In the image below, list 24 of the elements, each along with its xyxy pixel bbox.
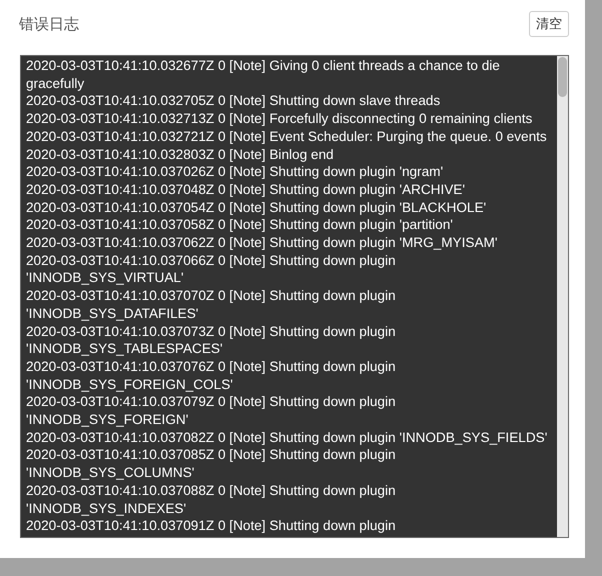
log-line: 2020-03-03T10:41:10.037073Z 0 [Note] Shutting down plugin 'INNODB_SYS_TABLESPACES' [26, 322, 397, 358]
log-line: 2020-03-03T10:41:10.037026Z 0 [Note] Shutting down plugin 'ngram' [26, 163, 444, 181]
log-line: 2020-03-03T10:41:10.037058Z 0 [Note] Shutting down plugin 'partition' [26, 216, 454, 234]
log-line: 2020-03-03T10:41:10.037054Z 0 [Note] Shutting down plugin 'BLACKHOLE' [26, 198, 488, 216]
log-textarea[interactable] [20, 55, 569, 538]
log-line: 2020-03-03T10:41:10.032713Z 0 [Note] Forcefully disconnecting 0 remaining clients [26, 110, 534, 128]
log-line: 2020-03-03T10:41:10.037076Z 0 [Note] Shutting down plugin 'INNODB_SYS_FOREIGN_COLS' [26, 358, 397, 394]
log-line: 2020-03-03T10:41:10.032677Z 0 [Note] Giving 0 client threads a chance to die gracefully [26, 57, 501, 92]
log-line: 2020-03-03T10:41:10.037079Z 0 [Note] Shutting down plugin 'INNODB_SYS_FOREIGN' [26, 393, 397, 429]
clear-button[interactable]: 清空 [529, 11, 569, 37]
log-line: 2020-03-03T10:41:10.037070Z 0 [Note] Shutting down plugin 'INNODB_SYS_DATAFILES' [26, 287, 397, 323]
log-line: 2020-03-03T10:41:10.037066Z 0 [Note] Shutting down plugin 'INNODB_SYS_VIRTUAL' [26, 252, 397, 288]
log-line: 2020-03-03T10:41:10.037091Z 0 [Note] Shutting down plugin [26, 517, 397, 535]
log-line: 2020-03-03T10:41:10.037048Z 0 [Note] Shutting down plugin 'ARCHIVE' [26, 180, 466, 199]
log-line: 2020-03-03T10:41:10.037088Z 0 [Note] Shutting down plugin 'INNODB_SYS_INDEXES' [26, 482, 397, 518]
dialog-title: 错误日志 [19, 14, 79, 34]
log-line: 2020-03-03T10:41:10.032721Z 0 [Note] Event Scheduler: Purging the queue. 0 events [26, 128, 548, 146]
log-line: 2020-03-03T10:41:10.037082Z 0 [Note] Shutting down plugin 'INNODB_SYS_FIELDS' [26, 428, 548, 446]
log-line: 2020-03-03T10:41:10.032803Z 0 [Note] Binlog end [26, 146, 335, 164]
scrollbar[interactable] [557, 56, 568, 537]
log-line: 2020-03-03T10:41:10.037062Z 0 [Note] Shutting down plugin 'MRG_MYISAM' [26, 234, 498, 252]
log-line: 2020-03-03T10:41:10.032705Z 0 [Note] Shutting down slave threads [26, 92, 442, 110]
scrollbar-thumb[interactable] [558, 57, 567, 97]
log-line: 2020-03-03T10:41:10.037085Z 0 [Note] Shutting down plugin 'INNODB_SYS_COLUMNS' [26, 446, 397, 482]
